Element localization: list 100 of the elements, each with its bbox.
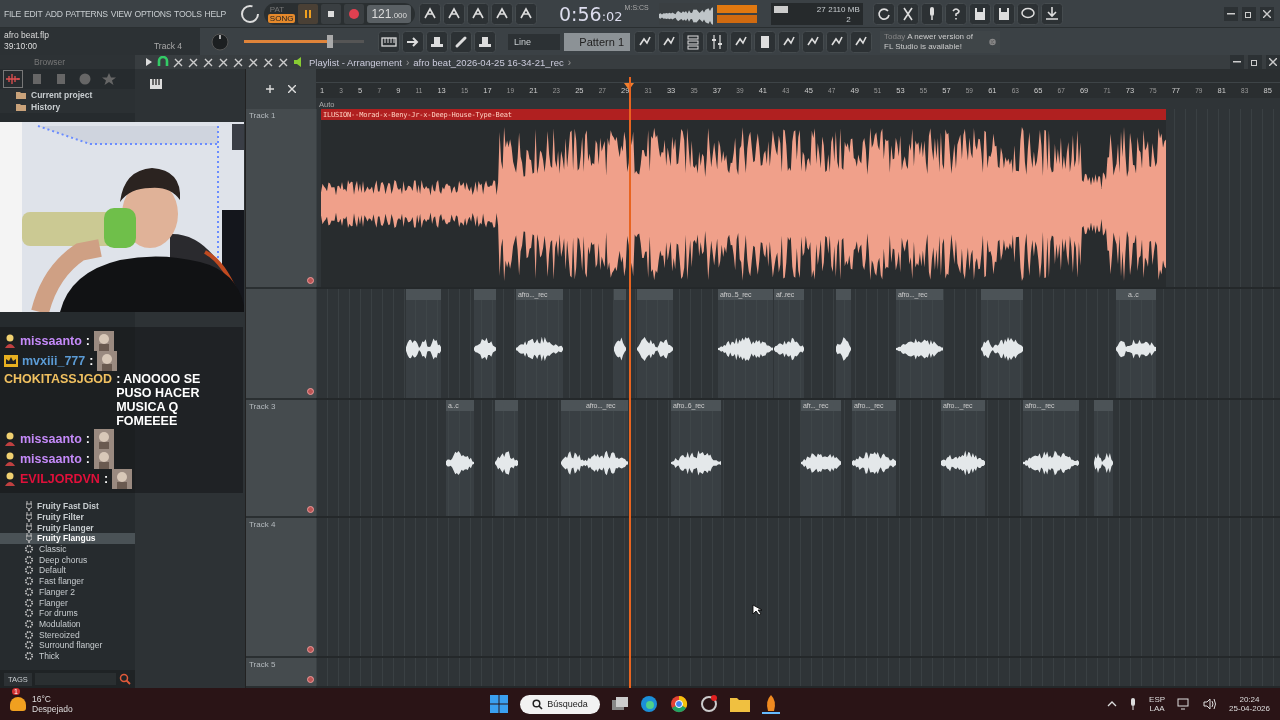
browser-item[interactable]: Fruity Filter (0, 511, 135, 523)
browser-item[interactable]: Classic (0, 543, 135, 555)
clip-header[interactable] (1094, 399, 1102, 411)
track-header[interactable]: Track 4 (246, 518, 316, 659)
minimize-button[interactable] (1230, 55, 1244, 69)
audio-clip[interactable] (1102, 399, 1113, 517)
clip-header[interactable] (429, 289, 441, 301)
browser-item[interactable]: Fruity Fast Dist (0, 501, 135, 512)
save-icon[interactable] (968, 2, 991, 25)
magnet-icon[interactable] (157, 56, 169, 68)
breadcrumb-arrow[interactable]: › (567, 56, 572, 68)
clip-header[interactable] (561, 399, 584, 411)
clip-header[interactable] (495, 399, 518, 411)
close-button[interactable] (1260, 6, 1274, 21)
microphone-icon[interactable] (1129, 698, 1138, 710)
download-icon[interactable] (1040, 2, 1063, 25)
weather-icon[interactable] (10, 697, 26, 711)
clip-header[interactable] (1102, 399, 1113, 411)
browser-item[interactable]: History (0, 101, 135, 113)
clip-header[interactable] (614, 289, 626, 301)
browser-item[interactable]: Modulation (0, 618, 135, 630)
track-name[interactable]: Track 1 (249, 111, 276, 121)
restore-button[interactable] (1248, 55, 1262, 69)
audio-clip[interactable] (1094, 399, 1102, 517)
audio-clip[interactable] (981, 289, 993, 398)
record-toggle-icon[interactable] (307, 506, 314, 514)
audio-clip[interactable] (614, 289, 626, 398)
clip-header[interactable] (1116, 289, 1126, 301)
taskbar-search[interactable]: Búsqueda (520, 694, 600, 714)
audio-clip[interactable] (429, 289, 441, 398)
clip-header[interactable] (637, 289, 657, 301)
track-header[interactable]: Track 3 (246, 399, 316, 519)
browser-item[interactable]: Surround flanger (0, 639, 135, 651)
knob-icon[interactable] (239, 3, 260, 24)
record-toggle-icon[interactable] (307, 387, 314, 395)
clip-header[interactable] (836, 289, 851, 301)
browser-item[interactable]: Fruity Flanger (0, 522, 135, 534)
menu-item[interactable]: FILE (4, 8, 21, 19)
clip-header[interactable] (993, 289, 1023, 301)
globe-icon[interactable] (78, 73, 92, 85)
chevron-up-icon[interactable] (1107, 701, 1118, 707)
play-icon[interactable] (145, 58, 153, 66)
audio-clip[interactable] (419, 289, 429, 398)
audio-clip[interactable] (561, 399, 584, 517)
track-name[interactable]: Track 5 (249, 660, 276, 670)
tempo-display[interactable]: 121.000 (367, 4, 411, 23)
menu-item[interactable]: EDIT (23, 8, 43, 19)
audio-clip[interactable] (657, 289, 673, 398)
arrangement-name[interactable]: afro beat_2026-04-25 16-34-21_rec (413, 56, 564, 68)
browser-icon[interactable] (639, 695, 658, 713)
track-header[interactable]: Track 1 (246, 109, 316, 290)
faders-icon[interactable] (706, 30, 728, 53)
star-icon[interactable] (102, 73, 116, 85)
search-icon[interactable] (119, 673, 131, 685)
start-icon[interactable] (490, 695, 509, 713)
volume-icon[interactable] (1203, 698, 1218, 710)
browser-item[interactable]: Fast flanger (0, 575, 135, 587)
track-name[interactable]: Track 4 (249, 520, 276, 530)
clip-header[interactable] (474, 289, 496, 301)
record-toggle-icon[interactable] (307, 676, 314, 683)
browser-item[interactable]: Deep chorus (0, 554, 135, 566)
audio-clip[interactable] (993, 289, 1023, 398)
close-button[interactable] (1266, 55, 1280, 69)
menu-item[interactable]: TOOLS (174, 8, 202, 19)
menu-item[interactable]: VIEW (110, 8, 132, 19)
audio-clip[interactable] (637, 289, 657, 398)
browser-item[interactable]: Flanger (0, 597, 135, 608)
clip-header[interactable] (657, 289, 673, 301)
microphone-icon[interactable] (920, 2, 943, 25)
add-icon[interactable] (266, 85, 274, 94)
browser-icon[interactable] (669, 695, 688, 713)
language-indicator[interactable]: ESP LAA (1149, 695, 1166, 713)
menu-item[interactable]: HELP (204, 8, 226, 19)
news-panel[interactable]: Today A newer version of FL Studio is available! (880, 30, 1000, 53)
clip-header[interactable] (406, 289, 419, 301)
audio-clip[interactable] (406, 289, 419, 398)
browser-item[interactable]: Flanger 2 (0, 586, 135, 598)
waveform-icon[interactable] (6, 73, 20, 85)
record-toggle-icon[interactable] (307, 277, 314, 285)
chat-icon[interactable] (1016, 2, 1039, 25)
minimize-button[interactable] (1224, 6, 1238, 21)
browser-item[interactable]: Default (0, 565, 135, 576)
record-toggle-icon[interactable] (307, 646, 314, 654)
stop-button[interactable] (321, 3, 342, 24)
piano-keys-icon[interactable] (378, 30, 400, 53)
browser-item[interactable]: Stereoized (0, 629, 135, 640)
app-icon[interactable] (699, 695, 718, 713)
pat-mode-button[interactable]: PAT (267, 4, 296, 14)
stamp-icon[interactable] (474, 30, 496, 53)
browser-item[interactable]: For drums (0, 607, 135, 619)
browser-item[interactable]: Thick (0, 650, 135, 662)
volume-thumb[interactable] (327, 35, 334, 48)
track-name[interactable]: Track 3 (249, 401, 276, 411)
help-icon[interactable] (944, 2, 967, 25)
track-header[interactable]: Track 5 (246, 658, 316, 688)
app-icon[interactable] (761, 694, 780, 714)
snap-dropdown[interactable]: Line (508, 33, 560, 50)
menu-item[interactable]: PATTERNS (65, 8, 108, 19)
pattern-selector[interactable]: Pattern 1 (564, 32, 630, 51)
menu-item[interactable]: ADD (45, 8, 63, 19)
